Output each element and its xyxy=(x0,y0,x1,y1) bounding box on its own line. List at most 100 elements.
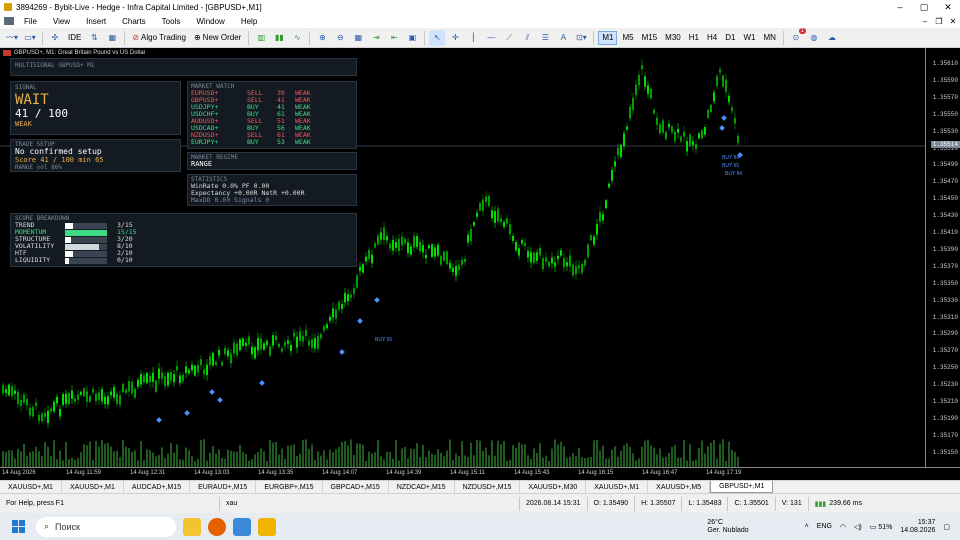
timeframe-mn[interactable]: MN xyxy=(760,31,778,45)
timeframe-m5[interactable]: M5 xyxy=(619,31,636,45)
chart-type-icon[interactable]: 〰▾ xyxy=(4,30,20,46)
weather-widget[interactable]: 26°C Ger. Nublado xyxy=(707,519,748,535)
notifications-icon[interactable]: ⊙ 1 xyxy=(788,27,806,46)
cursor-icon[interactable]: ↖ xyxy=(429,29,446,46)
status-volume: V: 131 xyxy=(776,496,809,511)
chart-tab[interactable]: EURGBP+,M15 xyxy=(256,481,323,493)
mdi-restore-button[interactable]: ❐ xyxy=(932,17,946,26)
candle-body xyxy=(86,391,88,402)
ide-button[interactable]: IDE xyxy=(65,30,84,46)
menu-view[interactable]: View xyxy=(45,17,78,26)
close-button[interactable]: ✕ xyxy=(936,2,960,13)
vertical-line-icon[interactable]: ⎮ xyxy=(465,30,481,46)
clock[interactable]: 15:37 14.08.2026 xyxy=(900,519,935,535)
crosshair-icon[interactable]: ✛ xyxy=(447,30,463,46)
channel-icon[interactable]: ⫽ xyxy=(519,30,535,46)
chart-tab[interactable]: XAUUSD+,M1 xyxy=(586,481,649,493)
taskbar-search[interactable]: ⌕ Поиск xyxy=(36,516,176,537)
data-window-icon[interactable]: ▦ xyxy=(104,30,120,46)
status-profile[interactable]: xau xyxy=(220,496,520,511)
timeframe-m15[interactable]: M15 xyxy=(639,31,661,45)
metatrader-icon[interactable] xyxy=(233,517,251,536)
candle-body xyxy=(686,141,688,152)
time-label: 14 Aug 2026 xyxy=(2,470,36,476)
fibonacci-icon[interactable]: ☰ xyxy=(537,30,553,46)
timeframe-m30[interactable]: M30 xyxy=(662,31,684,45)
menu-insert[interactable]: Insert xyxy=(78,17,114,26)
timeframe-d1[interactable]: D1 xyxy=(722,31,738,45)
volume-bar xyxy=(503,441,505,467)
indicators-icon[interactable]: ▣ xyxy=(404,30,420,46)
strategy-tester-icon[interactable]: ✣ xyxy=(47,30,63,46)
menu-help[interactable]: Help xyxy=(233,17,265,26)
chart-tab[interactable]: XAUUSD+,M1 xyxy=(62,481,124,493)
menu-charts[interactable]: Charts xyxy=(114,17,154,26)
chart-tab[interactable]: GBPCAD+,M15 xyxy=(323,481,389,493)
volume-bar xyxy=(563,446,565,467)
chart-tab[interactable]: NZDUSD+,M15 xyxy=(455,481,521,493)
candle-body xyxy=(38,414,40,422)
app-icon[interactable] xyxy=(258,517,276,536)
timeframe-h1[interactable]: H1 xyxy=(686,31,702,45)
volume-bar xyxy=(377,440,379,467)
text-tool-icon[interactable]: A xyxy=(555,30,571,46)
firefox-icon[interactable] xyxy=(208,517,226,536)
chart-tab[interactable]: AUDCAD+,M15 xyxy=(124,481,191,493)
price-axis[interactable]: 1.35610 1.35590 1.35570 1.35550 1.35530 1.355… xyxy=(925,48,960,467)
volume-bar xyxy=(476,440,478,467)
autoscroll-icon[interactable]: ⇥ xyxy=(368,30,384,46)
candle-body xyxy=(506,218,508,224)
notifications-center-icon[interactable]: ▢ xyxy=(943,523,950,531)
community-icon[interactable]: ☁ xyxy=(824,30,840,46)
candle-body xyxy=(413,236,415,248)
zoom-in-icon[interactable]: ⊕ xyxy=(314,30,330,46)
account-icon[interactable]: ◍ xyxy=(806,30,822,46)
candlestick-icon[interactable]: ▮▮ xyxy=(271,30,287,46)
maximize-button[interactable]: ▢ xyxy=(912,2,936,13)
wifi-icon[interactable]: ◠ xyxy=(840,523,846,531)
bar-chart-icon[interactable]: ▥ xyxy=(253,30,269,46)
volume-bar xyxy=(17,448,19,467)
candle-body xyxy=(209,356,211,366)
status-connection[interactable]: ▮▮▮ 239.66 ms xyxy=(809,497,868,511)
chart-shift-icon[interactable]: ⇤ xyxy=(386,30,402,46)
chart-tab[interactable]: EURAUD+,M15 xyxy=(190,481,257,493)
shapes-icon[interactable]: ⊡▾ xyxy=(573,30,589,46)
mdi-close-button[interactable]: ✕ xyxy=(946,17,960,26)
algo-trading-button[interactable]: ⊘ Algo Trading xyxy=(129,30,189,46)
price-chart[interactable]: GBPUSD+, M1: Great Britain Pound vs US D… xyxy=(0,48,925,467)
chart-tab[interactable]: XAUUSD+,M30 xyxy=(520,481,587,493)
menu-tools[interactable]: Tools xyxy=(154,17,189,26)
volume-bar xyxy=(41,455,43,467)
menu-window[interactable]: Window xyxy=(188,17,232,26)
chart-tab[interactable]: GBPUSD+,M1 xyxy=(710,481,774,493)
tray-chevron-icon[interactable]: ˄ xyxy=(805,523,809,530)
volume-icon[interactable]: ◁) xyxy=(854,523,862,531)
chart-tab[interactable]: XAUUSD+,M5 xyxy=(648,481,711,493)
minimize-button[interactable]: – xyxy=(888,2,912,13)
timeframe-m1[interactable]: M1 xyxy=(598,30,618,45)
market-watch-icon[interactable]: ⇅ xyxy=(86,30,102,46)
mdi-minimize-button[interactable]: – xyxy=(918,17,932,26)
tile-windows-icon[interactable]: ▦ xyxy=(350,30,366,46)
language-indicator[interactable]: ENG xyxy=(817,523,832,530)
horizontal-line-icon[interactable]: — xyxy=(483,30,499,46)
new-chart-icon[interactable]: ▭▾ xyxy=(22,30,38,46)
buy-label: BUY 84 xyxy=(725,171,743,177)
trendline-icon[interactable]: ⟋ xyxy=(501,30,517,46)
zoom-out-icon[interactable]: ⊖ xyxy=(332,30,348,46)
candle-body xyxy=(122,383,124,393)
chart-tab[interactable]: NZDCAD+,M15 xyxy=(389,481,455,493)
timeframe-w1[interactable]: W1 xyxy=(740,31,758,45)
volume-bar xyxy=(590,456,592,467)
new-order-button[interactable]: ⊕ New Order xyxy=(191,30,244,46)
line-chart-icon[interactable]: ∿ xyxy=(289,30,305,46)
timeframe-h4[interactable]: H4 xyxy=(704,31,720,45)
volume-bar xyxy=(632,453,634,467)
battery-indicator[interactable]: ▭ 51% xyxy=(870,523,893,531)
chart-tab[interactable]: XAUUSD+,M1 xyxy=(0,481,62,493)
windows-start-icon[interactable] xyxy=(12,520,25,533)
menu-file[interactable]: File xyxy=(16,17,45,26)
file-explorer-icon[interactable] xyxy=(183,517,201,536)
time-axis[interactable]: 14 Aug 2026 14 Aug 11:59 14 Aug 12:31 14 Au… xyxy=(0,467,960,480)
